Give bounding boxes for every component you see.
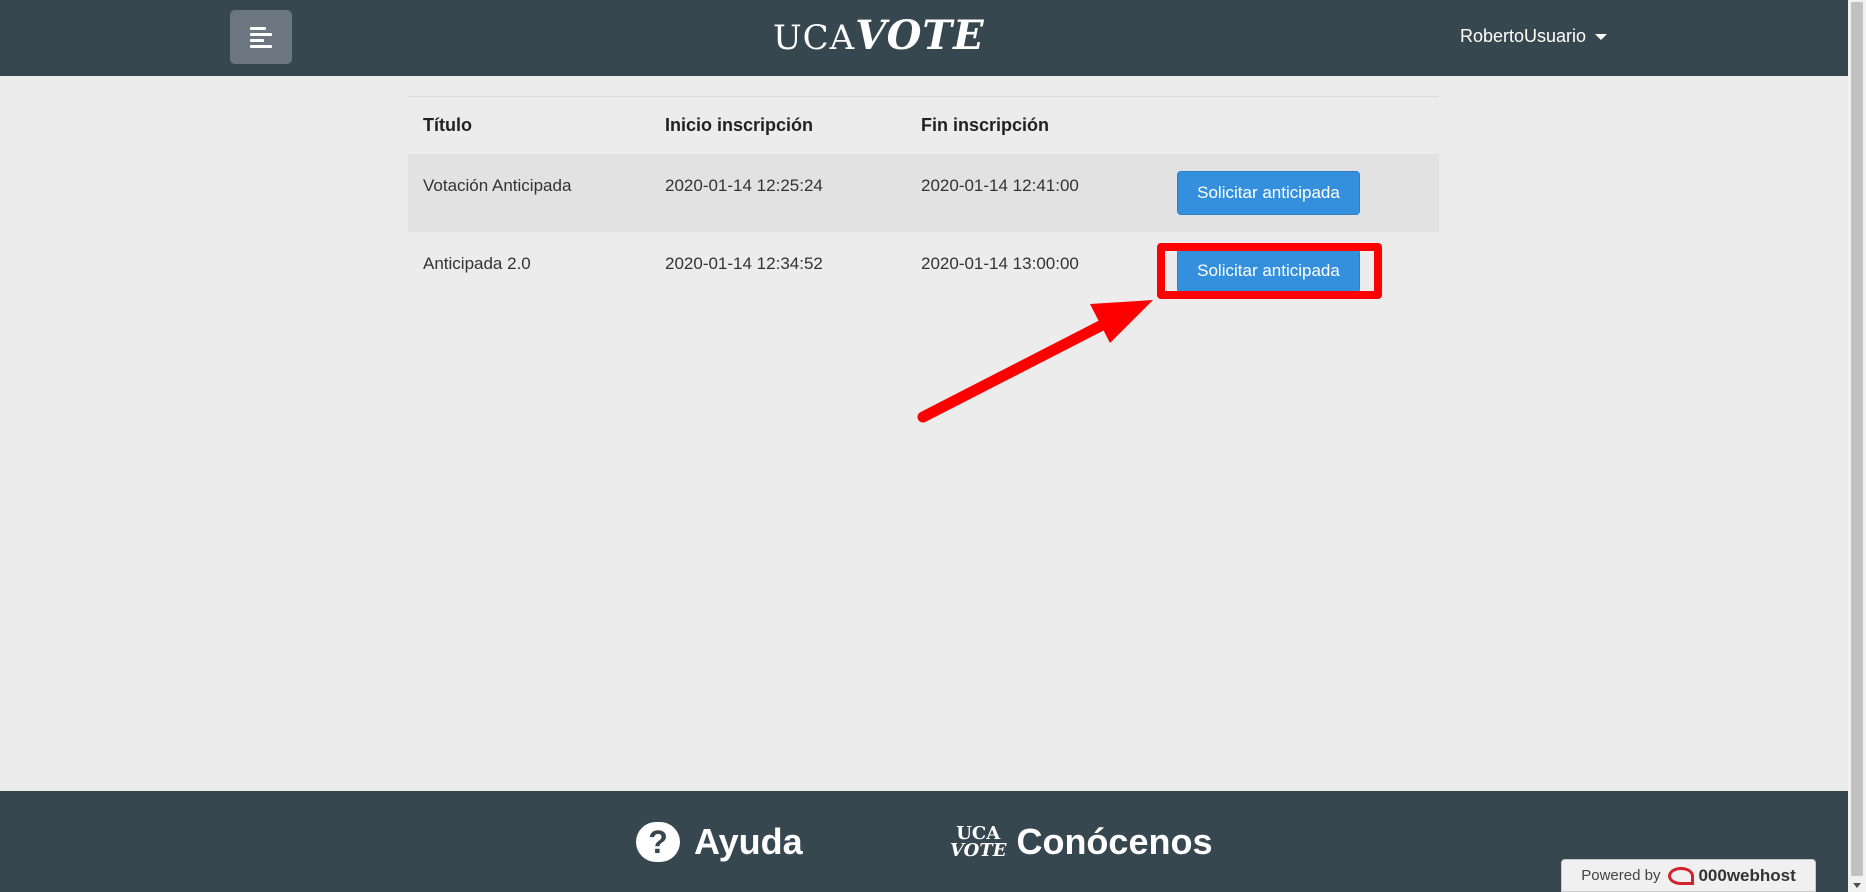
powered-by-badge[interactable]: Powered by 000webhost xyxy=(1561,859,1816,892)
question-mark-icon: ? xyxy=(636,822,680,862)
help-link[interactable]: ? Ayuda xyxy=(636,821,803,863)
annotation-arrow-icon xyxy=(917,300,1153,423)
powered-by-prefix: Powered by xyxy=(1581,867,1661,884)
about-label: Conócenos xyxy=(1016,821,1213,862)
powered-by-brand: 000webhost xyxy=(1698,865,1796,885)
000webhost-logo-icon xyxy=(1668,866,1695,885)
about-link[interactable]: UCA VOTE Conócenos xyxy=(950,821,1212,863)
mini-logo: UCA VOTE xyxy=(950,823,1007,861)
help-label: Ayuda xyxy=(694,821,803,862)
